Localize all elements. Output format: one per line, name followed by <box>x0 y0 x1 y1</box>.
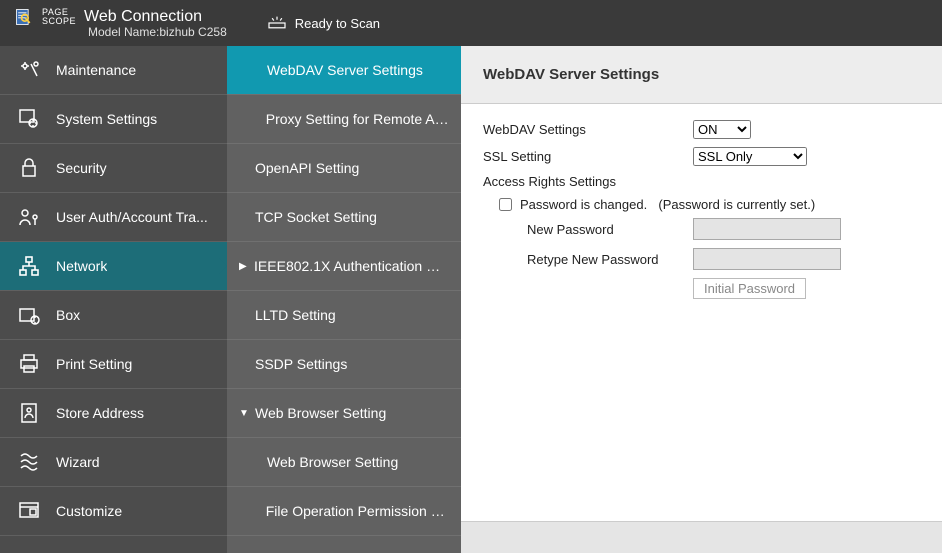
model-name: Model Name:bizhub C258 <box>88 25 227 39</box>
caret-down-icon: ▼ <box>239 408 251 419</box>
submenu-ieee8021x-settings[interactable]: ▶ IEEE802.1X Authentication Setti... <box>227 242 461 291</box>
sidebar-primary: Maintenance System Settings Security Use… <box>0 46 227 553</box>
sidebar-item-label: Wizard <box>56 454 100 470</box>
retype-password-input <box>693 248 841 270</box>
sidebar-item-security[interactable]: Security <box>0 144 227 193</box>
submenu-proxy-setting[interactable]: Proxy Setting for Remote Access <box>227 95 461 144</box>
sidebar-item-label: Box <box>56 307 80 323</box>
submenu-label: SSDP Settings <box>255 356 347 372</box>
submenu-label: LLTD Setting <box>255 307 336 323</box>
access-rights-label: Access Rights Settings <box>483 174 616 189</box>
main-panel: WebDAV Server Settings WebDAV Settings O… <box>461 46 942 553</box>
submenu-label: IEEE802.1X Authentication Setti... <box>254 258 449 274</box>
customize-icon <box>16 498 42 524</box>
scan-status: Ready to Scan <box>267 15 380 31</box>
sidebar-item-label: Store Address <box>56 405 144 421</box>
wizard-icon <box>16 449 42 475</box>
webdav-settings-label: WebDAV Settings <box>483 122 693 137</box>
submenu-label: Web Browser Setting <box>267 454 398 470</box>
sidebar-item-system-settings[interactable]: System Settings <box>0 95 227 144</box>
address-book-icon <box>16 400 42 426</box>
system-settings-icon <box>16 106 42 132</box>
initial-password-button: Initial Password <box>693 278 806 299</box>
panel-title: WebDAV Server Settings <box>483 66 659 83</box>
panel-header: WebDAV Server Settings <box>461 46 942 104</box>
security-icon <box>16 155 42 181</box>
sidebar-item-label: Network <box>56 258 107 274</box>
submenu-label: OpenAPI Setting <box>255 160 359 176</box>
sidebar-item-print-setting[interactable]: Print Setting <box>0 340 227 389</box>
sidebar-item-user-auth[interactable]: User Auth/Account Tra... <box>0 193 227 242</box>
submenu-web-browser-setting[interactable]: Web Browser Setting <box>227 438 461 487</box>
app-title: Web Connection <box>84 8 202 26</box>
caret-right-icon: ▶ <box>239 261 250 272</box>
logo-block: PAGESCOPE Web Connection Model Name:bizh… <box>14 7 227 39</box>
sidebar-item-customize[interactable]: Customize <box>0 487 227 536</box>
ssl-setting-select[interactable]: SSL Only <box>693 147 807 166</box>
password-currently-set-label: (Password is currently set.) <box>658 197 815 212</box>
sidebar-item-label: Customize <box>56 503 122 519</box>
sidebar-item-box[interactable]: Box <box>0 291 227 340</box>
submenu-web-browser-setting-group[interactable]: ▼ Web Browser Setting <box>227 389 461 438</box>
submenu-label: TCP Socket Setting <box>255 209 377 225</box>
sidebar-secondary: WebDAV Server Settings Proxy Setting for… <box>227 46 461 553</box>
scanner-icon <box>267 15 287 31</box>
retype-password-label: Retype New Password <box>483 252 693 267</box>
sidebar-item-maintenance[interactable]: Maintenance <box>0 46 227 95</box>
sidebar-item-wizard[interactable]: Wizard <box>0 438 227 487</box>
sidebar-item-label: Security <box>56 160 107 176</box>
top-header: PAGESCOPE Web Connection Model Name:bizh… <box>0 0 942 46</box>
submenu-tcp-socket-setting[interactable]: TCP Socket Setting <box>227 193 461 242</box>
sidebar-item-label: Print Setting <box>56 356 132 372</box>
page-scope-icon <box>14 7 34 27</box>
panel-body: WebDAV Settings ON SSL Setting SSL Only … <box>461 104 942 521</box>
box-icon <box>16 302 42 328</box>
submenu-webdav-server-settings[interactable]: WebDAV Server Settings <box>227 46 461 95</box>
submenu-lltd-setting[interactable]: LLTD Setting <box>227 291 461 340</box>
maintenance-icon <box>16 57 42 83</box>
sidebar-item-label: User Auth/Account Tra... <box>56 209 208 225</box>
submenu-openapi-setting[interactable]: OpenAPI Setting <box>227 144 461 193</box>
new-password-label: New Password <box>483 222 693 237</box>
submenu-file-operation-permission[interactable]: File Operation Permission Setti... <box>227 487 461 536</box>
submenu-label: Web Browser Setting <box>255 405 386 421</box>
new-password-input <box>693 218 841 240</box>
sidebar-item-label: Maintenance <box>56 62 136 78</box>
scan-status-label: Ready to Scan <box>295 16 380 31</box>
ssl-setting-label: SSL Setting <box>483 149 693 164</box>
user-auth-icon <box>16 204 42 230</box>
submenu-label: WebDAV Server Settings <box>267 62 423 78</box>
sidebar-item-label: System Settings <box>56 111 157 127</box>
password-changed-label: Password is changed. <box>520 197 647 212</box>
password-changed-checkbox[interactable] <box>499 198 512 211</box>
print-icon <box>16 351 42 377</box>
submenu-label: Proxy Setting for Remote Access <box>266 111 449 127</box>
submenu-label: File Operation Permission Setti... <box>266 503 449 519</box>
sidebar-item-network[interactable]: Network <box>0 242 227 291</box>
webdav-settings-select[interactable]: ON <box>693 120 751 139</box>
sidebar-item-store-address[interactable]: Store Address <box>0 389 227 438</box>
footer-bar <box>461 521 942 553</box>
submenu-ssdp-settings[interactable]: SSDP Settings <box>227 340 461 389</box>
scope-text: PAGESCOPE <box>42 8 76 26</box>
network-icon <box>16 253 42 279</box>
